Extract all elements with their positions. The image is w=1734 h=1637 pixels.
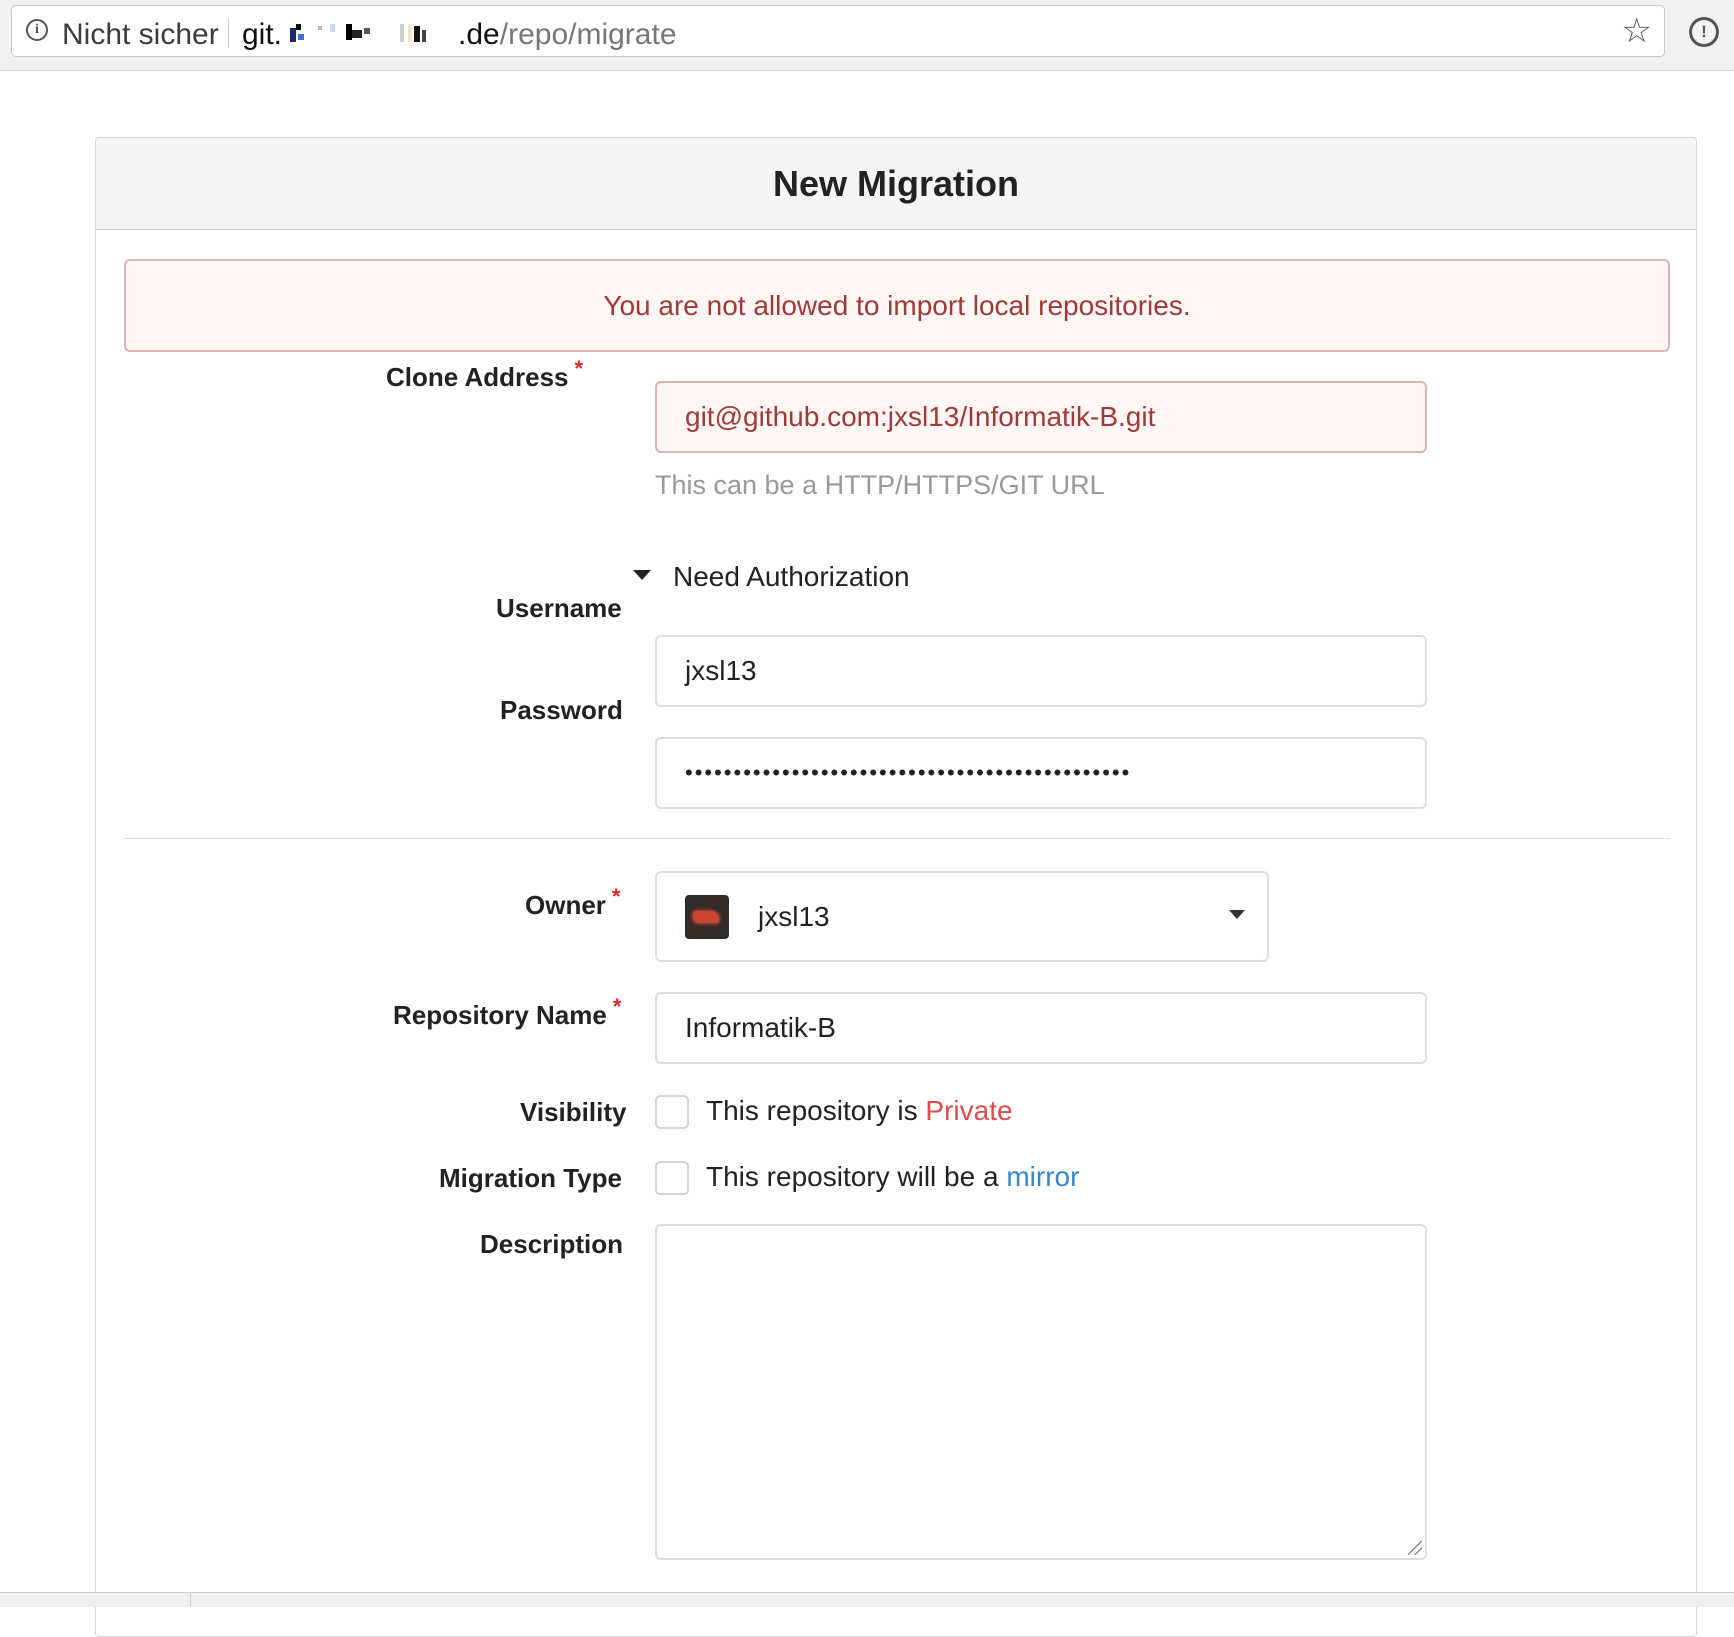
required-mark: * [574, 356, 584, 381]
password-input[interactable]: ••••••••••••••••••••••••••••••••••••••••… [655, 737, 1427, 809]
clone-address-value: git@github.com:jxsl13/Informatik-B.git [685, 401, 1156, 432]
username-value: jxsl13 [685, 655, 757, 686]
password-label: Password [500, 695, 623, 725]
status-bar-segment [0, 1594, 191, 1606]
migration-form: New Migration You are not allowed to imp… [95, 137, 1697, 1637]
repo-name-input[interactable]: Informatik-B [655, 992, 1427, 1064]
avatar [685, 894, 729, 939]
dropdown-icon [1229, 910, 1245, 919]
url-text[interactable]: git. .de/repo/migrate [242, 18, 677, 52]
caret-down-icon [633, 570, 651, 580]
migration-type-label: Migration Type [439, 1163, 622, 1193]
clone-address-label-text: Clone Address [386, 362, 569, 392]
owner-label: Owner * [525, 884, 620, 921]
url-prefix: git. [242, 18, 283, 51]
private-label: Private [925, 1095, 1013, 1126]
bookmark-star-icon[interactable]: ☆ [1622, 12, 1652, 50]
resize-handle-icon[interactable] [1408, 1541, 1422, 1555]
visibility-text[interactable]: This repository is Private [706, 1095, 1013, 1127]
repo-name-label-text: Repository Name [393, 1000, 607, 1030]
clone-address-label: Clone Address * [386, 356, 583, 393]
need-authorization-toggle[interactable]: Need Authorization [633, 561, 910, 593]
password-value: ••••••••••••••••••••••••••••••••••••••••… [685, 760, 1132, 785]
url-domain-suffix: .de [458, 18, 500, 51]
clone-address-hint: This can be a HTTP/HTTPS/GIT URL [655, 470, 1105, 500]
repo-name-value: Informatik-B [685, 1012, 836, 1043]
browser-toolbar: i Nicht sicher git. .de/repo/migrate ☆ ! [0, 0, 1734, 71]
redacted-domain [284, 20, 456, 48]
error-message: You are not allowed to import local repo… [124, 259, 1670, 352]
migration-type-text[interactable]: This repository will be a mirror [706, 1161, 1079, 1193]
owner-label-text: Owner [525, 890, 606, 920]
url-path: /repo/migrate [499, 18, 677, 51]
private-checkbox[interactable] [655, 1095, 689, 1129]
address-bar[interactable]: i Nicht sicher git. .de/repo/migrate ☆ [11, 5, 1665, 57]
security-label[interactable]: Nicht sicher [62, 18, 219, 52]
username-input[interactable]: jxsl13 [655, 635, 1427, 707]
description-textarea[interactable] [655, 1224, 1427, 1560]
required-mark: * [612, 994, 622, 1019]
description-label: Description [480, 1229, 624, 1259]
visibility-text-prefix: This repository is [706, 1095, 926, 1126]
clone-address-input[interactable]: git@github.com:jxsl13/Informatik-B.git [655, 381, 1427, 453]
info-icon[interactable]: i [26, 19, 48, 41]
migration-type-text-prefix: This repository will be a [706, 1161, 1007, 1192]
status-bar [0, 1592, 1734, 1607]
form-title: New Migration [96, 138, 1696, 230]
need-authorization-label: Need Authorization [673, 561, 910, 592]
address-separator [228, 18, 229, 48]
required-mark: * [611, 884, 621, 909]
username-label: Username [496, 593, 622, 623]
mirror-link[interactable]: mirror [1006, 1161, 1079, 1192]
extension-icon[interactable]: ! [1689, 17, 1719, 47]
owner-select[interactable]: jxsl13 [655, 871, 1269, 962]
section-divider [124, 838, 1670, 839]
mirror-checkbox[interactable] [655, 1161, 689, 1195]
owner-value: jxsl13 [758, 900, 830, 932]
visibility-label: Visibility [520, 1097, 627, 1127]
repo-name-label: Repository Name * [393, 994, 621, 1031]
